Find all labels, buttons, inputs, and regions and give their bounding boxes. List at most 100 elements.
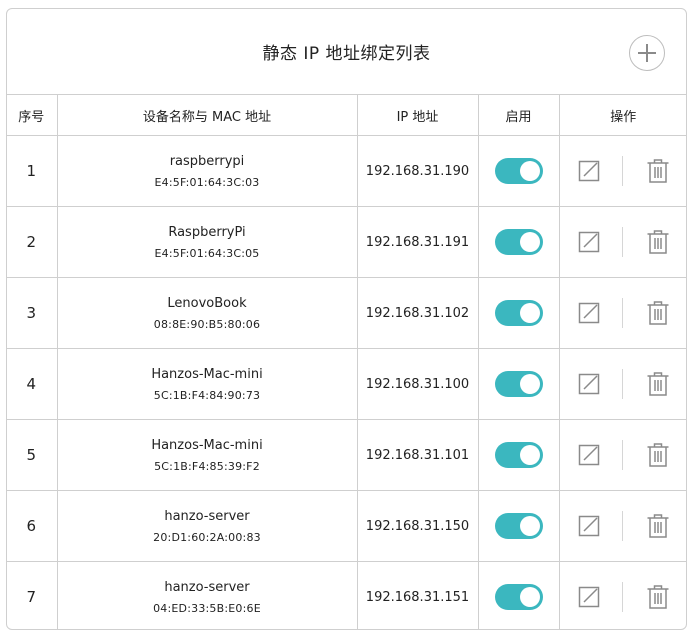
toggle-knob [519, 445, 540, 465]
table-row: 6 hanzo-server 20:D1:60:2A:00:83 192.168… [7, 490, 687, 562]
enabled-cell [477, 277, 560, 349]
row-actions [560, 491, 687, 561]
actions-cell [558, 490, 687, 562]
device-cell: Hanzos-Mac-mini 5C:1B:F4:85:39:F2 [56, 419, 358, 491]
device-name: Hanzos-Mac-mini [151, 437, 263, 453]
enabled-toggle[interactable] [494, 158, 543, 184]
col-header-index: 序号 [7, 95, 58, 136]
col-header-device: 设备名称与 MAC 地址 [56, 95, 358, 136]
mac-address: 04:ED:33:5B:E0:6E [153, 601, 261, 615]
table-row: 4 Hanzos-Mac-mini 5C:1B:F4:84:90:73 192.… [7, 348, 686, 420]
mac-address: 5C:1B:F4:85:39:F2 [154, 459, 260, 473]
row-actions [560, 420, 687, 490]
trash-icon [647, 159, 669, 183]
device-cell: Hanzos-Mac-mini 5C:1B:F4:84:90:73 [56, 348, 358, 420]
enabled-toggle[interactable] [494, 300, 543, 326]
toggle-knob [519, 516, 540, 536]
static-ip-binding-panel: 静态 IP 地址绑定列表 序号 设备名称与 MAC 地址 IP 地址 启用 操作 [6, 8, 687, 630]
toggle-knob [519, 587, 540, 607]
enabled-cell [477, 419, 560, 491]
device-cell: hanzo-server 04:ED:33:5B:E0:6E [56, 561, 358, 629]
device-cell: RaspberryPi E4:5F:01:64:3C:05 [56, 206, 358, 278]
table-row: 1 raspberrypi E4:5F:01:64:3C:03 192.168.… [7, 135, 686, 207]
actions-cell [558, 277, 687, 349]
delete-button[interactable] [644, 370, 672, 398]
table-row: 3 LenovoBook 08:8E:90:B5:80:06 192.168.3… [7, 277, 687, 349]
edit-icon [578, 160, 599, 182]
row-index: 5 [7, 419, 58, 491]
actions-cell [558, 561, 686, 629]
ip-address: 192.168.31.150 [356, 490, 479, 562]
trash-icon [647, 301, 669, 325]
table-header-row: 序号 设备名称与 MAC 地址 IP 地址 启用 操作 [7, 95, 686, 136]
edit-button[interactable] [575, 512, 603, 540]
device-name: RaspberryPi [168, 224, 246, 240]
actions-cell [558, 206, 687, 278]
edit-button[interactable] [575, 157, 603, 185]
edit-icon [578, 302, 599, 324]
enabled-toggle[interactable] [494, 584, 543, 610]
enabled-toggle[interactable] [494, 513, 543, 539]
mac-address: E4:5F:01:64:3C:05 [154, 246, 260, 260]
mac-address: E4:5F:01:64:3C:03 [154, 175, 260, 189]
delete-button[interactable] [644, 228, 672, 256]
edit-button[interactable] [575, 228, 603, 256]
device-name: raspberrypi [169, 153, 245, 169]
action-divider [621, 227, 623, 257]
ip-address: 192.168.31.151 [356, 561, 479, 629]
binding-table: 序号 设备名称与 MAC 地址 IP 地址 启用 操作 1 raspberryp… [7, 95, 687, 629]
trash-icon [647, 514, 669, 538]
trash-icon [647, 230, 669, 254]
trash-icon [647, 443, 669, 467]
mac-address: 20:D1:60:2A:00:83 [153, 530, 261, 544]
enabled-cell [477, 561, 560, 629]
enabled-toggle[interactable] [494, 229, 543, 255]
action-divider [621, 156, 623, 186]
enabled-toggle[interactable] [494, 371, 543, 397]
toggle-knob [519, 303, 540, 323]
actions-cell [558, 135, 686, 207]
enabled-toggle[interactable] [494, 442, 543, 468]
delete-button[interactable] [644, 299, 672, 327]
col-header-enabled: 启用 [477, 95, 560, 136]
edit-icon [578, 231, 599, 253]
action-divider [621, 298, 623, 328]
table-row: 2 RaspberryPi E4:5F:01:64:3C:05 192.168.… [7, 206, 687, 278]
delete-button[interactable] [644, 512, 672, 540]
row-index: 2 [7, 206, 58, 278]
edit-icon [578, 444, 599, 466]
enabled-cell [477, 348, 560, 420]
device-name: hanzo-server [164, 508, 250, 524]
trash-icon [647, 372, 669, 396]
action-divider [621, 511, 623, 541]
row-index: 7 [7, 561, 58, 629]
toggle-knob [519, 161, 540, 181]
action-divider [621, 440, 623, 470]
ip-address: 192.168.31.191 [356, 206, 479, 278]
device-name: LenovoBook [167, 295, 247, 311]
edit-button[interactable] [575, 299, 603, 327]
actions-cell [558, 348, 686, 420]
table-body: 1 raspberrypi E4:5F:01:64:3C:03 192.168.… [7, 135, 687, 629]
add-binding-button[interactable] [629, 35, 665, 71]
toggle-knob [519, 232, 540, 252]
row-index: 4 [7, 348, 58, 420]
row-actions [560, 207, 687, 277]
row-index: 3 [7, 277, 58, 349]
row-actions [560, 278, 687, 348]
edit-button[interactable] [575, 370, 603, 398]
mac-address: 08:8E:90:B5:80:06 [153, 317, 261, 331]
col-header-ip: IP 地址 [356, 95, 479, 136]
device-name: Hanzos-Mac-mini [151, 366, 263, 382]
delete-button[interactable] [644, 583, 672, 611]
device-cell: raspberrypi E4:5F:01:64:3C:03 [56, 135, 358, 207]
action-divider [621, 369, 623, 399]
edit-button[interactable] [575, 583, 603, 611]
ip-address: 192.168.31.102 [356, 277, 479, 349]
delete-button[interactable] [644, 157, 672, 185]
edit-button[interactable] [575, 441, 603, 469]
row-index: 6 [7, 490, 58, 562]
edit-icon [578, 515, 599, 537]
row-index: 1 [7, 135, 58, 207]
delete-button[interactable] [644, 441, 672, 469]
